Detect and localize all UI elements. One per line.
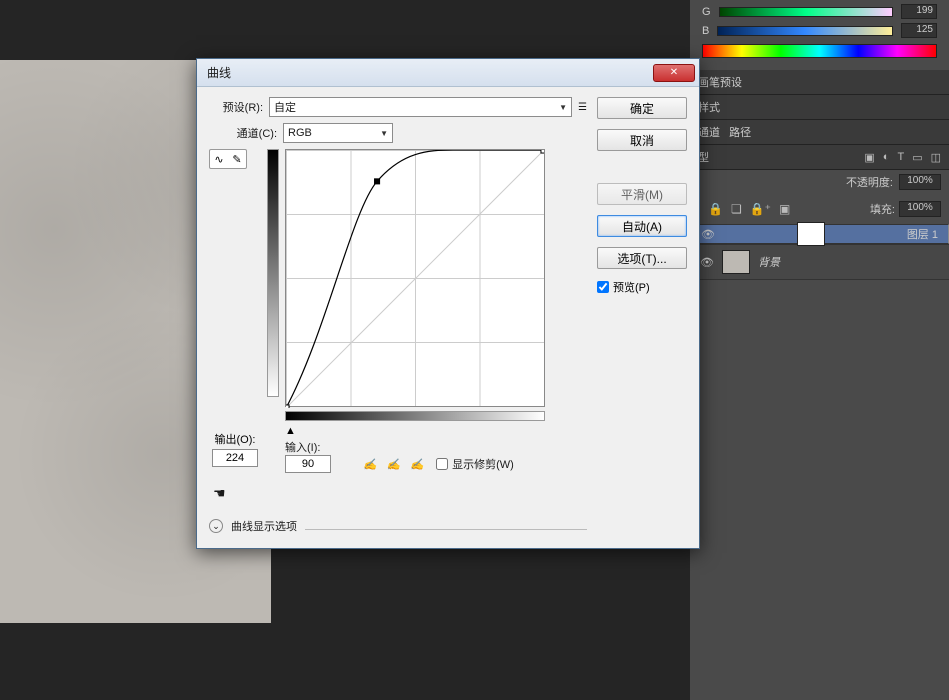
slider-bar-b[interactable]	[717, 26, 893, 36]
fill-label: 填充:	[870, 201, 895, 217]
tab-paths[interactable]: 路径	[729, 127, 751, 139]
slider-g[interactable]: G 199	[702, 4, 937, 19]
dialog-title: 曲线	[207, 64, 653, 81]
tab-channels[interactable]: 通道	[698, 127, 720, 139]
preset-value: 自定	[274, 99, 296, 115]
layer-row[interactable]: 👁 背景	[690, 244, 949, 280]
eyedropper-white-icon[interactable]: ✍	[410, 458, 424, 471]
eyedropper-gray-icon[interactable]: ✍	[387, 458, 401, 471]
smooth-button[interactable]: 平滑(M)	[597, 183, 687, 205]
show-clipping-label: 显示修剪(W)	[452, 456, 514, 472]
fill-value[interactable]: 100%	[899, 201, 941, 217]
ok-button[interactable]: 确定	[597, 97, 687, 119]
spectrum-bar[interactable]	[702, 44, 937, 58]
visibility-icon[interactable]: 👁	[700, 256, 714, 269]
preset-menu-icon[interactable]: ☰	[578, 102, 587, 113]
lock-pixels-icon[interactable]: ❏	[731, 202, 742, 216]
layer-thumb[interactable]	[722, 250, 750, 274]
close-button[interactable]: ✕	[653, 64, 695, 82]
opacity-label: 不透明度:	[846, 174, 893, 190]
slider-label-g: G	[702, 6, 711, 18]
slider-b[interactable]: B 125	[702, 23, 937, 38]
path-icon[interactable]: ◫	[931, 151, 941, 164]
preset-label: 预设(R):	[209, 99, 263, 115]
input-field[interactable]	[285, 455, 331, 473]
lock-position-icon[interactable]: 🔒⁺	[750, 202, 771, 216]
layer-row[interactable]: 👁 图层 1	[690, 224, 949, 244]
horizontal-gradient	[285, 411, 545, 421]
preset-select[interactable]: 自定 ▼	[269, 97, 572, 117]
vertical-gradient	[267, 149, 279, 397]
curve-display-label[interactable]: 曲线显示选项	[231, 518, 297, 534]
chevron-down-icon: ▼	[380, 129, 388, 138]
show-clipping-checkbox[interactable]: 显示修剪(W)	[436, 456, 514, 472]
curve-graph[interactable]	[285, 149, 545, 407]
output-label: 输出(O):	[215, 431, 256, 447]
image-icon[interactable]: ▣	[864, 151, 874, 164]
cancel-button[interactable]: 取消	[597, 129, 687, 151]
curves-dialog: 曲线 ✕ 预设(R): 自定 ▼ ☰ 通道(C): RGB ▼	[196, 58, 700, 549]
dialog-titlebar[interactable]: 曲线 ✕	[197, 59, 699, 87]
lock-all-icon[interactable]: 🔒	[708, 202, 723, 216]
opacity-value[interactable]: 100%	[899, 174, 941, 190]
tab-styles[interactable]: 样式	[690, 95, 949, 120]
slider-value-b[interactable]: 125	[901, 23, 937, 38]
draw-mode-toggle[interactable]: ∿ ✎	[209, 149, 247, 169]
layer-thumb[interactable]	[797, 222, 825, 246]
pencil-mode-icon[interactable]: ✎	[232, 153, 241, 166]
tab-brush-presets[interactable]: 画笔预设	[690, 70, 949, 95]
expand-icon[interactable]: ⌄	[209, 519, 223, 533]
right-panel-stack: G 199 B 125 画笔预设 样式 通道 路径 型 ▣ ◐ T ▭ ◫ 不透…	[690, 0, 949, 700]
auto-button[interactable]: 自动(A)	[597, 215, 687, 237]
options-button[interactable]: 选项(T)...	[597, 247, 687, 269]
slider-label-b: B	[702, 25, 709, 37]
slider-bar-g[interactable]	[719, 7, 893, 17]
tab-channels-paths: 通道 路径	[690, 120, 949, 145]
visibility-icon[interactable]: 👁	[701, 228, 715, 241]
preview-label: 预览(P)	[613, 279, 650, 295]
channel-label: 通道(C):	[229, 125, 277, 141]
hand-tool-icon[interactable]: ☚	[213, 485, 226, 502]
slider-value-g[interactable]: 199	[901, 4, 937, 19]
layer-name[interactable]: 图层 1	[907, 226, 938, 242]
input-label: 输入(I):	[285, 439, 320, 455]
preview-checkbox[interactable]: 预览(P)	[597, 279, 687, 295]
curve-mode-icon[interactable]: ∿	[214, 153, 223, 166]
eyedropper-black-icon[interactable]: ✍	[363, 458, 377, 471]
output-field[interactable]	[212, 449, 258, 467]
layer-name[interactable]: 背景	[758, 254, 780, 270]
text-icon[interactable]: T	[897, 151, 904, 164]
shape-icon[interactable]: ▭	[912, 151, 922, 164]
channel-value: RGB	[288, 127, 312, 139]
channel-select[interactable]: RGB ▼	[283, 123, 393, 143]
chevron-down-icon: ▼	[559, 103, 567, 112]
lock-fill-icon[interactable]: ▣	[779, 202, 790, 216]
mask-icon[interactable]: ◐	[883, 151, 890, 164]
